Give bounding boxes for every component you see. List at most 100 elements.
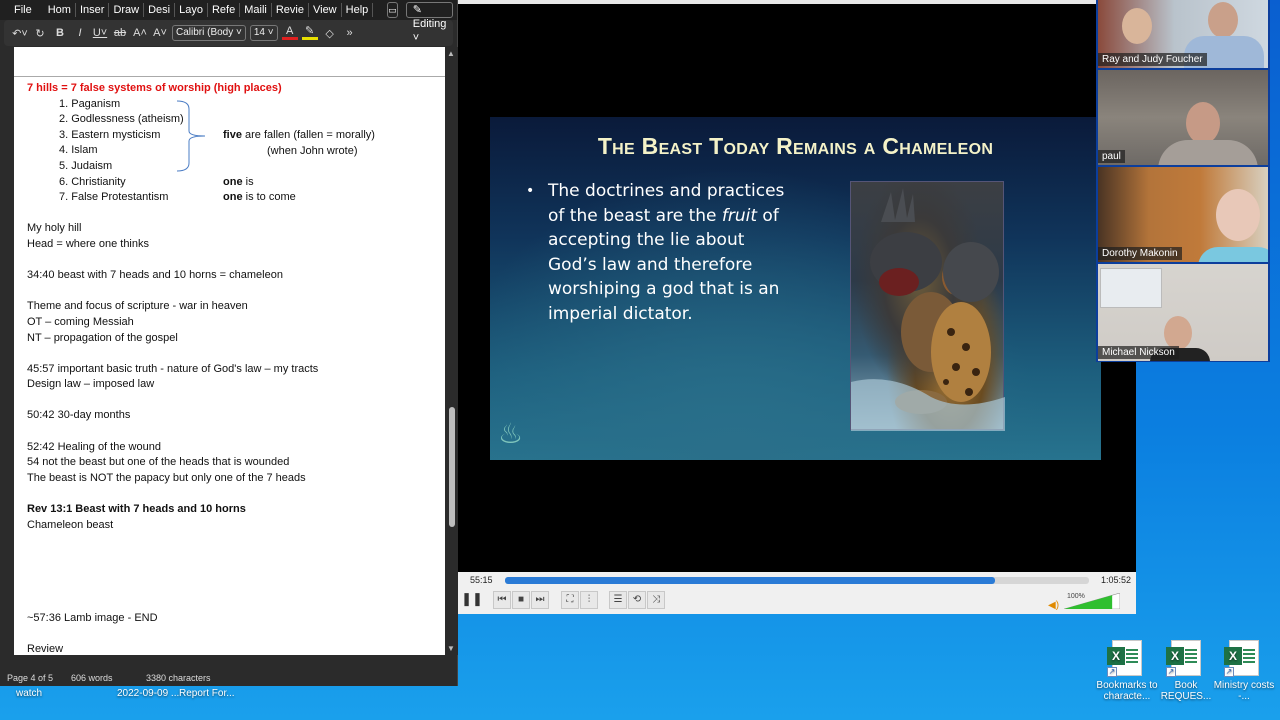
scroll-up-icon[interactable]: ▲ [447, 49, 455, 58]
doc-line: 45:57 important basic truth - nature of … [27, 362, 319, 375]
vlc-controls: 55:15 1:05:52 ❚❚ ⏮ ■ ⏭ ⛶ ⫶ ☰ ⟲ ⤨ ◀) 100% [458, 572, 1136, 614]
font-name-select[interactable]: Calibri (Body ˅ [172, 25, 246, 41]
note-one-to-come: one is to come [223, 190, 296, 203]
comment-icon: ▭ [388, 5, 397, 15]
highlight-button[interactable]: ✎ [301, 26, 318, 40]
excel-file-icon: X ↗ [1107, 640, 1142, 677]
word-statusbar: Page 4 of 5 606 words 3380 characters [0, 670, 458, 686]
seek-bar-progress [505, 577, 995, 584]
doc-line: ~57:36 Lamb image - END [27, 612, 158, 625]
menu-file[interactable]: File [10, 3, 44, 17]
doc-line: Review [27, 643, 64, 655]
doc-line: My holy hill [27, 222, 82, 235]
doc-line: 52:42 Healing of the wound [27, 440, 161, 453]
menu-layout[interactable]: Layo [175, 3, 208, 17]
slide-bullet: • The doctrines and practices of the bea… [526, 181, 785, 324]
strikethrough-button[interactable]: ab [112, 27, 128, 39]
doc-line: The beast is NOT the papacy but only one… [27, 471, 306, 484]
font-size-select[interactable]: 14 ˅ [249, 25, 278, 41]
stop-button[interactable]: ■ [512, 591, 530, 609]
doc-line: Chameleon beast [27, 518, 114, 531]
menu-draw[interactable]: Draw [109, 3, 145, 17]
shrink-font-button[interactable]: A˅ [152, 27, 168, 39]
editing-mode-button[interactable]: ✎ Editing ˅ [405, 2, 454, 44]
seek-bar[interactable] [505, 577, 1089, 584]
shuffle-button[interactable]: ⤨ [647, 591, 665, 609]
menu-review[interactable]: Revie [272, 3, 309, 17]
extended-settings-button[interactable]: ⫶ [580, 591, 598, 609]
excel-file-icon: X ↗ [1224, 640, 1259, 677]
loop-button[interactable]: ⟲ [628, 591, 646, 609]
desktop-icon-label: Bookmarks to characte... [1096, 680, 1158, 702]
scrollbar-thumb[interactable] [449, 407, 455, 527]
beast-illustration-image [850, 181, 1005, 431]
menu-home[interactable]: Hom [44, 3, 76, 17]
doc-line: 34:40 beast with 7 heads and 10 horns = … [27, 269, 283, 282]
menu-help[interactable]: Help [342, 3, 374, 17]
redo-button[interactable]: ↻ [32, 27, 48, 40]
doc-line: OT – coming Messiah [27, 315, 134, 328]
document-body[interactable]: 7 hills = 7 false systems of worship (hi… [14, 77, 445, 655]
document-scrollbar[interactable]: ▲ ▼ [446, 47, 458, 655]
font-color-button[interactable]: A [281, 26, 298, 40]
participant-video [1122, 8, 1152, 44]
word-toolbar: ↶˅ ↻ B I U˅ ab A˄ A˅ Calibri (Body ˅ 14 … [4, 20, 453, 46]
word-count[interactable]: 606 words [71, 670, 146, 686]
more-tools-button[interactable]: » [342, 27, 358, 39]
desktop-label-report[interactable]: Report For... [179, 688, 235, 699]
comment-button[interactable]: ▭ [387, 2, 398, 18]
desktop-icon-label: Book REQUES... [1160, 680, 1212, 702]
note-one-is: one is [223, 175, 254, 188]
participant-name: Michael Nickson [1098, 346, 1179, 359]
pause-button[interactable]: ❚❚ [461, 591, 483, 609]
page-count[interactable]: Page 4 of 5 [7, 670, 71, 686]
shading-button[interactable]: ◇ [322, 27, 338, 40]
church-logo-icon: ♨ [498, 418, 524, 449]
bold-button[interactable]: B [52, 27, 68, 39]
underline-button[interactable]: U˅ [92, 27, 108, 39]
menu-design[interactable]: Desi [144, 3, 176, 17]
slide-title: The Beast Today Remains a Chameleon [597, 133, 994, 159]
grow-font-button[interactable]: A˄ [132, 27, 148, 39]
next-button[interactable]: ⏭ [531, 591, 549, 609]
scroll-down-icon[interactable]: ▼ [447, 644, 455, 653]
participant-video [1186, 102, 1220, 144]
hills-list: 1. Paganism 2. Godlessness (atheism) 3. … [27, 97, 445, 206]
previous-button[interactable]: ⏮ [493, 591, 511, 609]
speaker-icon[interactable]: ◀) [1048, 600, 1059, 611]
participant-tile[interactable]: Michael Nickson [1098, 264, 1268, 361]
excel-file-icon: X ↗ [1166, 640, 1201, 677]
menu-view[interactable]: View [309, 3, 342, 17]
participant-tile[interactable]: Ray and Judy Foucher [1098, 0, 1268, 68]
participant-video [1216, 189, 1260, 241]
menu-insert[interactable]: Inser [76, 3, 110, 17]
fullscreen-button[interactable]: ⛶ [561, 591, 579, 609]
desktop-label-watch[interactable]: watch [16, 688, 42, 699]
menu-mailings[interactable]: Maili [240, 3, 272, 17]
doc-line: NT – propagation of the gospel [27, 331, 178, 344]
participant-tile[interactable]: Dorothy Makonin [1098, 167, 1268, 262]
elapsed-time: 55:15 [470, 575, 493, 585]
desktop-icon-book-requests[interactable]: X ↗ Book REQUES... [1153, 640, 1219, 702]
vlc-player-window: The Beast Today Remains a Chameleon • Th… [458, 0, 1136, 614]
video-frame-slide[interactable]: The Beast Today Remains a Chameleon • Th… [490, 117, 1101, 460]
document-page[interactable]: 7 hills = 7 false systems of worship (hi… [14, 47, 445, 655]
doc-heading: 7 hills = 7 false systems of worship (hi… [27, 82, 282, 94]
italic-button[interactable]: I [72, 27, 88, 39]
doc-line: Theme and focus of scripture - war in he… [27, 300, 248, 313]
desktop-icon-ministry-costs[interactable]: X ↗ Ministry costs -... [1211, 640, 1277, 702]
participant-name: paul [1098, 150, 1125, 163]
page-header-area [14, 47, 445, 77]
list-item: 1. Paganism [59, 97, 121, 110]
desktop-label-date-file[interactable]: 2022-09-09 ... [117, 688, 179, 699]
playlist-button[interactable]: ☰ [609, 591, 627, 609]
curly-brace-shape [177, 100, 206, 172]
word-window: File Hom Inser Draw Desi Layo Refe Maili… [0, 0, 458, 686]
character-count[interactable]: 3380 characters [146, 670, 211, 686]
menu-references[interactable]: Refe [208, 3, 241, 17]
participant-video [1164, 316, 1192, 350]
desktop-icon-bookmarks[interactable]: X ↗ Bookmarks to characte... [1094, 640, 1160, 702]
total-time: 1:05:52 [1101, 575, 1132, 585]
undo-button[interactable]: ↶˅ [12, 27, 28, 40]
participant-tile[interactable]: paul [1098, 70, 1268, 165]
